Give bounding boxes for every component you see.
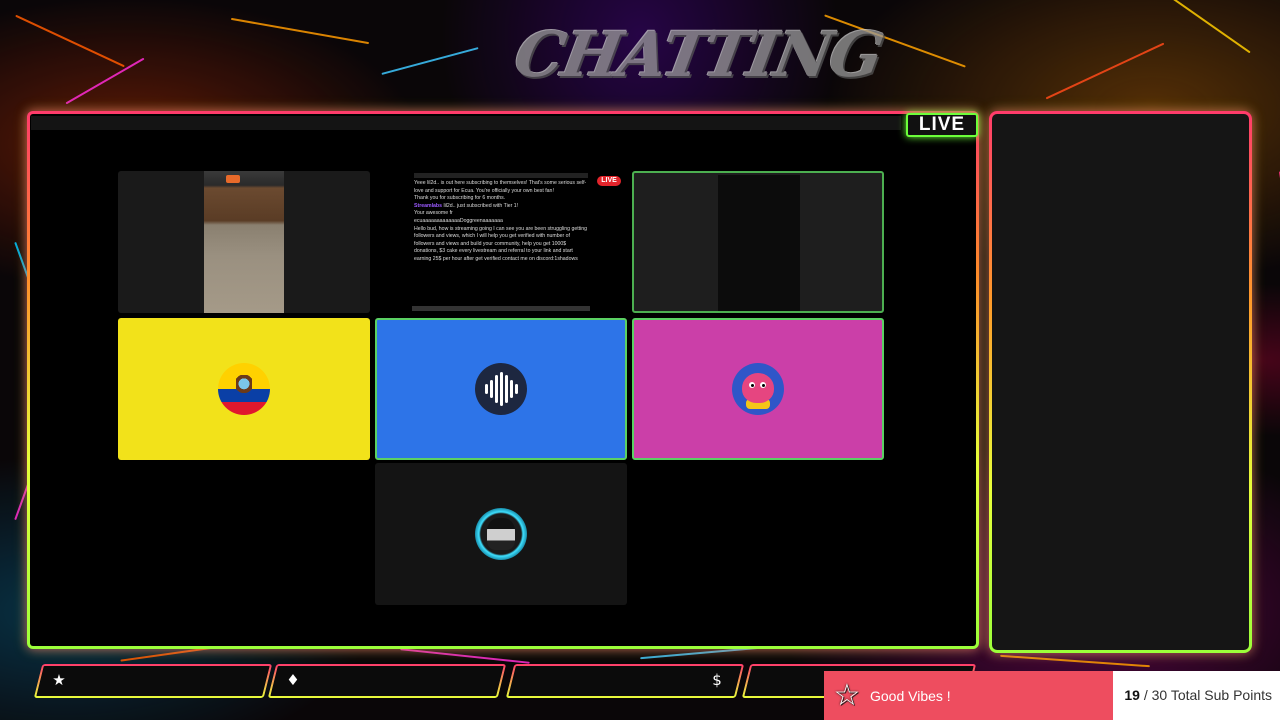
participant-tile-camera-1[interactable] [118,171,370,313]
goal-count: 19 / 30 Total Sub Points [1124,687,1272,703]
anime-character-icon [475,508,527,560]
screen-live-badge: LIVE [597,176,621,186]
chat-line: ecuaaaaaaaaaaaaaDoggreenaaaaaaa [414,217,503,224]
ecuador-flag-icon [218,363,270,415]
sub-goal-bar: ☆ Good Vibes ! 19 / 30 Total Sub Points [824,671,1280,720]
screen-input-bar [412,306,590,311]
participant-tile-camera-2[interactable] [632,171,884,313]
star-icon: ★ [52,671,66,689]
stat-box-star: ★ [33,664,273,698]
stat-box-dollar: $ [505,664,745,698]
participant-tile-cartoon[interactable] [632,318,884,460]
camera-feed [718,175,800,311]
chat-line: Thank you for subscribing for 6 months. [414,195,506,202]
stat-box-diamond: ♦ [267,664,507,698]
waveform-icon [475,363,527,415]
shared-screen: Yeee lil2d.. is out here subscribing to … [412,171,590,313]
camera-feed [204,171,284,313]
participant-tile-flag[interactable] [118,318,370,460]
cartoon-character-icon [732,363,784,415]
live-badge: LIVE [906,113,978,137]
chat-line: Yeee lil2d.. is out here subscribing to … [414,180,587,194]
screen-topbar [414,173,588,178]
coat-of-arms [236,375,252,397]
chat-line: Streamlabs lil2d.. just subscribed with … [414,202,519,209]
diamond-icon: ♦ [286,671,300,689]
frame-top-strip [31,116,901,130]
dollar-icon: $ [712,671,722,689]
chat-line: Your awesome fr [414,210,453,217]
side-panel [989,111,1252,653]
goal-progress-fill [824,671,1113,720]
participant-tile-waveform[interactable] [375,318,627,460]
chat-line: Hello bud, how is streaming going I can … [414,225,588,262]
star-icon: ☆ [833,679,861,712]
goal-title: Good Vibes ! [870,687,951,704]
scene-title: CHATTING [509,18,888,91]
participant-tile-anime[interactable] [375,463,627,605]
participant-tile-screen-share[interactable]: Yeee lil2d.. is out here subscribing to … [375,171,627,313]
